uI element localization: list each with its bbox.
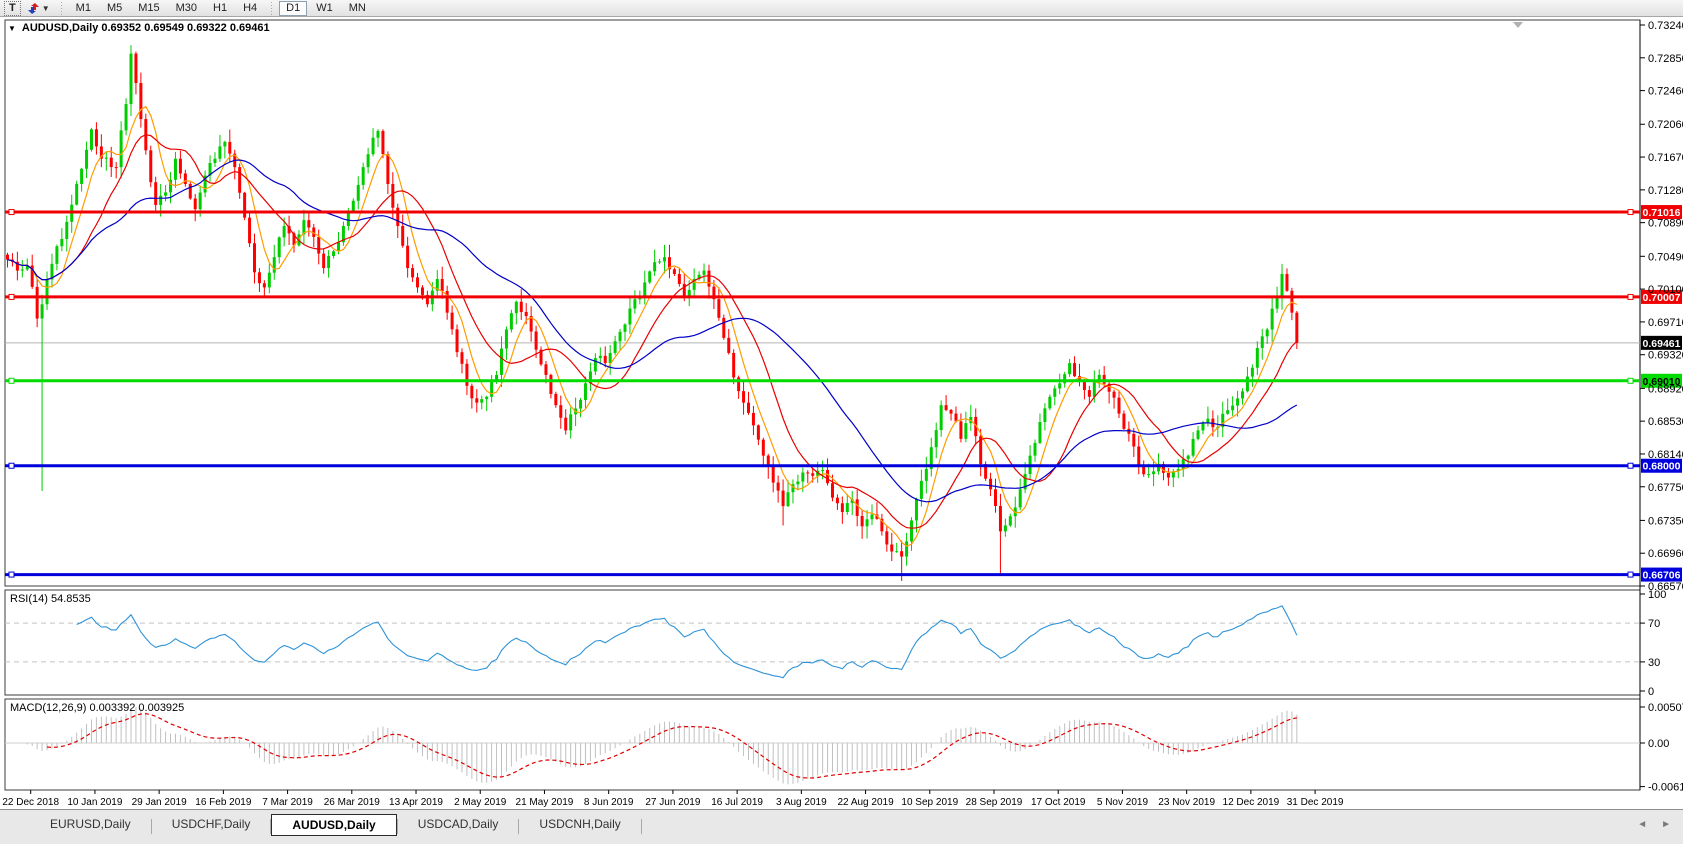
tf-button-m5[interactable]: M5 [100,1,129,16]
tf-button-w1[interactable]: W1 [309,1,340,16]
chart-tab-usdchf[interactable]: USDCHF,Daily [152,814,271,834]
price-tick-label: 0.72460 [1648,86,1683,98]
rsi-tick-label: 30 [1648,657,1660,669]
svg-text:0.69461: 0.69461 [1643,338,1681,350]
toolbar-grip [269,2,274,15]
chart-canvas: 0.710160.700070.690100.680000.667060.732… [0,17,1683,809]
symbol-ohlc-text: AUDUSD,Daily 0.69352 0.69549 0.69322 0.6… [22,22,270,34]
symbol-title: ▼ AUDUSD,Daily 0.69352 0.69549 0.69322 0… [8,22,270,34]
date-tick-label: 26 Mar 2019 [324,797,381,808]
chart-tab-audusd[interactable]: AUDUSD,Daily [271,814,396,836]
price-tick-label: 0.72850 [1648,53,1683,65]
date-tick-label: 7 Mar 2019 [262,797,313,808]
price-tick-label: 0.71670 [1648,152,1683,164]
chart-window: 0.710160.700070.690100.680000.667060.732… [0,17,1683,809]
date-tick-label: 10 Sep 2019 [901,797,958,808]
price-tick-label: 0.68920 [1648,383,1683,395]
svg-text:0.68000: 0.68000 [1643,461,1681,473]
tf-button-d1[interactable]: D1 [279,1,307,16]
date-tick-label: 28 Sep 2019 [966,797,1023,808]
price-tick-label: 0.72060 [1648,119,1683,131]
rsi-tick-label: 0 [1648,686,1654,698]
arrows-icon [27,2,40,15]
date-tick-label: 2 May 2019 [454,797,507,808]
price-tick-label: 0.67350 [1648,515,1683,527]
price-tick-label: 0.67750 [1648,482,1683,494]
rsi-indicator-label: RSI(14) 54.8535 [10,593,91,605]
tf-button-h4[interactable]: H4 [236,1,264,16]
text-tool-button[interactable]: T [4,1,21,16]
svg-text:0.66706: 0.66706 [1643,570,1681,582]
date-tick-label: 31 Dec 2019 [1287,797,1344,808]
date-tick-label: 3 Aug 2019 [776,797,827,808]
tf-button-mn[interactable]: MN [342,1,373,16]
toolbar-grip [59,2,64,15]
chart-tab-eurusd[interactable]: EURUSD,Daily [30,814,151,834]
tf-button-m15[interactable]: M15 [131,1,166,16]
macd-tick-label: 0.005076 [1648,702,1683,714]
top-toolbar: T ▼ M1M5M15M30H1H4 D1W1MN [0,0,1683,17]
macd-indicator-label: MACD(12,26,9) 0.003392 0.003925 [10,702,184,714]
tf-button-m30[interactable]: M30 [169,1,204,16]
tf-button-h1[interactable]: H1 [206,1,234,16]
price-tick-label: 0.70890 [1648,218,1683,230]
date-tick-label: 22 Dec 2018 [2,797,59,808]
date-tick-label: 13 Apr 2019 [389,797,443,808]
date-tick-label: 12 Dec 2019 [1223,797,1280,808]
date-tick-label: 21 May 2019 [516,797,574,808]
chart-tab-usdcad[interactable]: USDCAD,Daily [398,814,519,834]
date-tick-label: 8 Jun 2019 [584,797,634,808]
tab-scroll-left-icon[interactable]: ◄ [1637,819,1647,830]
price-tick-label: 0.70490 [1648,251,1683,263]
price-tick-label: 0.73240 [1648,20,1683,32]
tab-scroll-right-icon[interactable]: ► [1661,819,1671,830]
date-tick-label: 10 Jan 2019 [67,797,122,808]
date-tick-label: 22 Aug 2019 [837,797,894,808]
price-tick-label: 0.70100 [1648,284,1683,296]
price-tick-label: 0.68140 [1648,449,1683,461]
date-tick-label: 29 Jan 2019 [132,797,187,808]
date-tick-label: 16 Feb 2019 [195,797,252,808]
tf-button-m1[interactable]: M1 [69,1,98,16]
chevron-down-icon: ▼ [42,4,50,13]
rsi-tick-label: 100 [1648,589,1666,601]
tab-divider [641,819,642,834]
arrows-tool-button[interactable]: ▼ [23,0,54,17]
chart-tabbar: EURUSD,DailyUSDCHF,DailyAUDUSD,DailyUSDC… [0,809,1683,844]
price-tick-label: 0.71280 [1648,185,1683,197]
macd-tick-label: 0.00 [1648,738,1669,750]
current-price-badge: 0.69461 [1641,336,1682,350]
date-tick-label: 27 Jun 2019 [645,797,700,808]
macd-tick-label: -0.006148 [1648,782,1683,794]
price-tick-label: 0.68530 [1648,416,1683,428]
date-tick-label: 17 Oct 2019 [1031,797,1086,808]
date-tick-label: 5 Nov 2019 [1097,797,1149,808]
date-tick-label: 16 Jul 2019 [711,797,763,808]
rsi-tick-label: 70 [1648,618,1660,630]
price-tick-label: 0.66960 [1648,548,1683,560]
price-tick-label: 0.69710 [1648,317,1683,329]
date-tick-label: 23 Nov 2019 [1158,797,1215,808]
chart-tab-usdcnh[interactable]: USDCNH,Daily [519,814,640,834]
collapse-triangle-icon[interactable]: ▼ [8,24,16,33]
price-tick-label: 0.69320 [1648,350,1683,362]
